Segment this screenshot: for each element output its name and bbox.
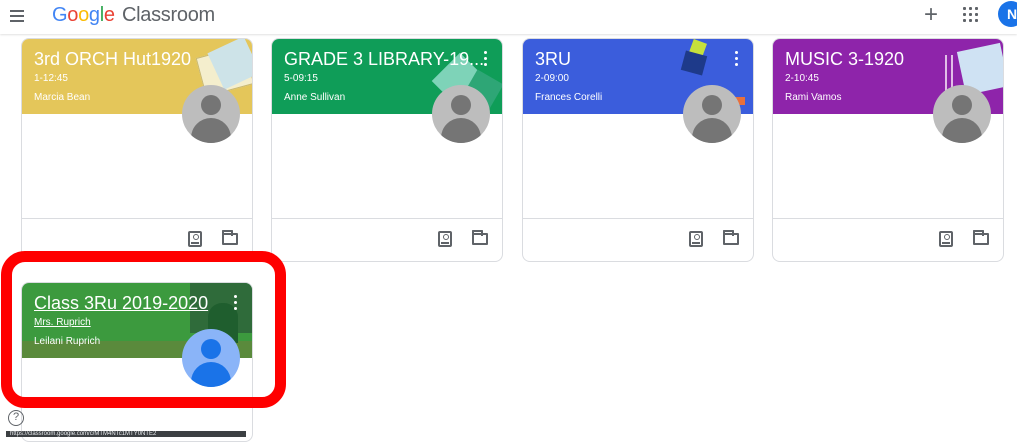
folder-icon[interactable] bbox=[973, 230, 989, 245]
class-card-footer bbox=[523, 218, 753, 261]
class-card[interactable]: GRADE 3 LIBRARY-19... 5-09:15 Anne Sulli… bbox=[271, 38, 503, 262]
create-join-plus-icon[interactable]: + bbox=[924, 3, 938, 27]
folder-icon[interactable] bbox=[222, 230, 238, 245]
class-card-footer bbox=[22, 218, 252, 261]
assignment-ind-icon[interactable] bbox=[438, 231, 452, 247]
class-teacher: Frances Corelli bbox=[535, 92, 603, 103]
link-status-bar: https://classroom.google.com/c/MTM4NTc1M… bbox=[6, 431, 246, 437]
logo-letter: o bbox=[78, 4, 89, 26]
folder-icon[interactable] bbox=[723, 230, 739, 245]
teacher-avatar bbox=[933, 85, 991, 143]
product-name: Classroom bbox=[122, 4, 215, 26]
logo-letter: G bbox=[52, 4, 68, 26]
class-section[interactable]: Mrs. Ruprich bbox=[34, 317, 91, 328]
class-teacher: Anne Sullivan bbox=[284, 92, 346, 103]
class-card[interactable]: MUSIC 3-1920 2-10:45 Rami Vamos bbox=[772, 38, 1004, 262]
google-classroom-logo[interactable]: Google Classroom bbox=[52, 4, 215, 27]
class-title-link[interactable]: Class 3Ru 2019-2020 bbox=[34, 293, 208, 314]
folder-icon[interactable] bbox=[472, 230, 488, 245]
assignment-ind-icon[interactable] bbox=[188, 231, 202, 247]
class-section: 2-09:00 bbox=[535, 73, 569, 84]
class-title-link[interactable]: GRADE 3 LIBRARY-19... bbox=[284, 49, 484, 70]
class-card-footer bbox=[272, 218, 502, 261]
apps-grid-icon[interactable] bbox=[963, 7, 979, 23]
class-section: 1-12:45 bbox=[34, 73, 68, 84]
teacher-avatar bbox=[182, 85, 240, 143]
class-teacher: Leilani Ruprich bbox=[34, 336, 101, 347]
class-title-link[interactable]: MUSIC 3-1920 bbox=[785, 49, 904, 70]
class-section: 2-10:45 bbox=[785, 73, 819, 84]
account-avatar[interactable]: N bbox=[998, 1, 1017, 27]
assignment-ind-icon[interactable] bbox=[939, 231, 953, 247]
more-vert-icon[interactable] bbox=[232, 295, 238, 311]
assignment-ind-icon[interactable] bbox=[689, 231, 703, 247]
logo-letter: e bbox=[103, 4, 115, 26]
class-card[interactable]: 3RU 2-09:00 Frances Corelli bbox=[522, 38, 754, 262]
class-title-link[interactable]: 3rd ORCH Hut1920 bbox=[34, 49, 191, 70]
class-card[interactable]: 3rd ORCH Hut1920 1-12:45 Marcia Bean bbox=[21, 38, 253, 262]
menu-icon[interactable] bbox=[8, 7, 26, 25]
class-card[interactable]: Class 3Ru 2019-2020 Mrs. Ruprich Leilani… bbox=[21, 282, 253, 442]
logo-letter: o bbox=[67, 4, 79, 26]
shape-illustration bbox=[680, 50, 708, 76]
class-teacher: Rami Vamos bbox=[785, 92, 842, 103]
class-teacher: Marcia Bean bbox=[34, 92, 91, 103]
class-title-link[interactable]: 3RU bbox=[535, 49, 571, 70]
teacher-avatar bbox=[683, 85, 741, 143]
teacher-avatar bbox=[182, 329, 240, 387]
teacher-avatar bbox=[432, 85, 490, 143]
more-vert-icon[interactable] bbox=[733, 51, 739, 67]
more-vert-icon[interactable] bbox=[482, 51, 488, 67]
help-icon[interactable]: ? bbox=[8, 410, 24, 426]
class-card-footer bbox=[773, 218, 1003, 261]
logo-letter: g bbox=[88, 4, 100, 26]
top-app-bar: Google Classroom + N bbox=[0, 0, 1017, 34]
class-section: 5-09:15 bbox=[284, 73, 318, 84]
